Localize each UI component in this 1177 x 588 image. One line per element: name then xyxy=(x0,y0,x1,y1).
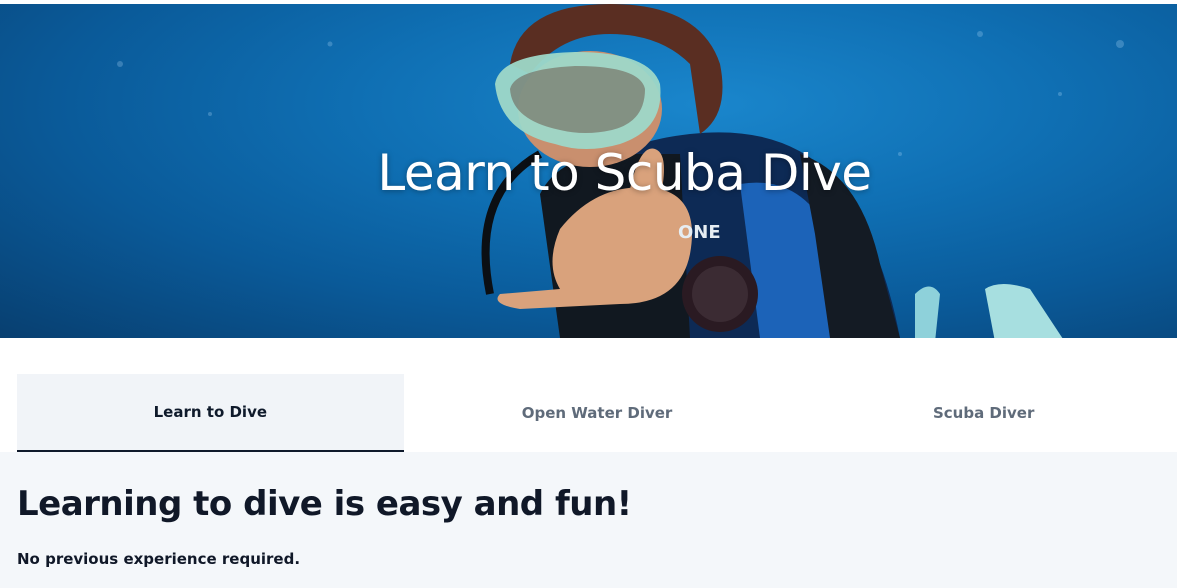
tab-learn-to-dive[interactable]: Learn to Dive xyxy=(17,374,404,452)
tab-scuba-diver[interactable]: Scuba Diver xyxy=(790,374,1177,452)
hero-banner: ONE Learn to Scuba Dive xyxy=(0,4,1177,338)
hero-title: Learn to Scuba Dive xyxy=(377,144,872,202)
content-heading: Learning to dive is easy and fun! xyxy=(17,484,632,524)
tab-content: Learning to dive is easy and fun! No pre… xyxy=(0,452,1177,588)
content-subtext: No previous experience required. xyxy=(17,550,301,568)
tab-open-water-diver[interactable]: Open Water Diver xyxy=(404,374,791,452)
course-tabs: Learn to Dive Open Water Diver Scuba Div… xyxy=(17,374,1177,453)
svg-text:ONE: ONE xyxy=(678,222,721,243)
